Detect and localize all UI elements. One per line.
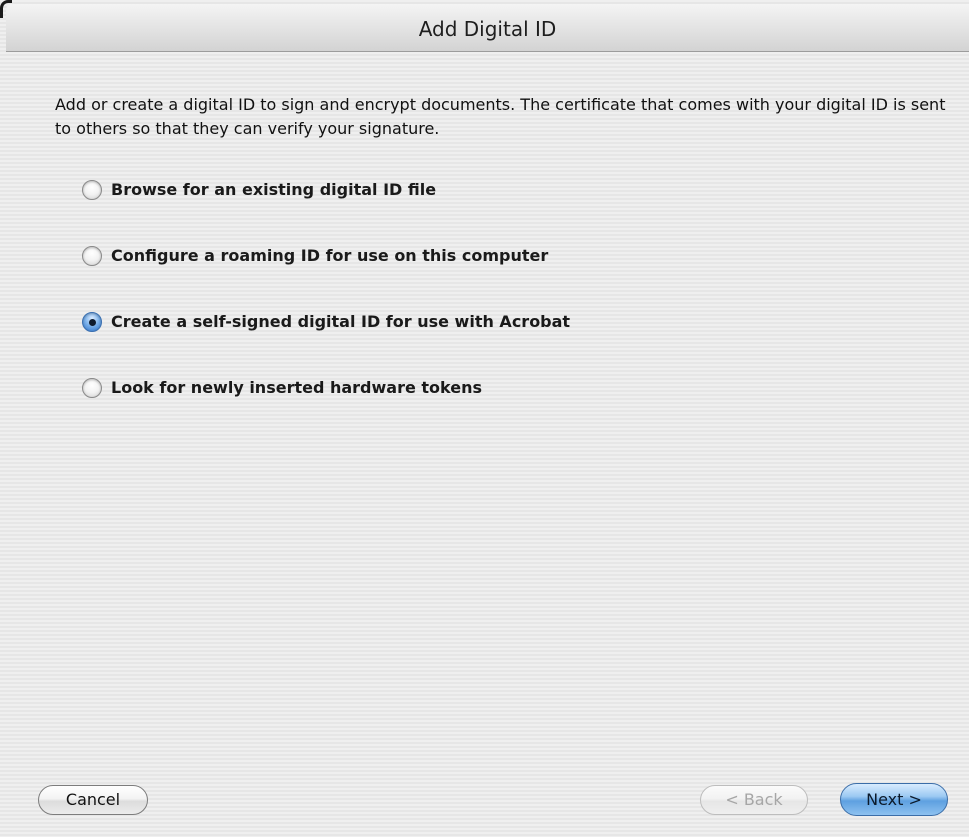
window-corner bbox=[0, 0, 12, 18]
option-hardware-tokens[interactable]: Look for newly inserted hardware tokens bbox=[82, 376, 570, 442]
option-create-self-signed[interactable]: Create a self-signed digital ID for use … bbox=[82, 310, 570, 376]
title-bar[interactable]: Add Digital ID bbox=[0, 0, 969, 52]
option-label[interactable]: Look for newly inserted hardware tokens bbox=[111, 376, 482, 400]
radio-button[interactable] bbox=[82, 378, 102, 398]
option-label[interactable]: Create a self-signed digital ID for use … bbox=[111, 310, 570, 334]
back-button[interactable]: < Back bbox=[700, 785, 808, 815]
digital-id-options: Browse for an existing digital ID file C… bbox=[82, 178, 570, 442]
option-label[interactable]: Browse for an existing digital ID file bbox=[111, 178, 436, 202]
option-configure-roaming[interactable]: Configure a roaming ID for use on this c… bbox=[82, 244, 570, 310]
radio-button[interactable] bbox=[82, 180, 102, 200]
radio-button[interactable] bbox=[82, 246, 102, 266]
cancel-button[interactable]: Cancel bbox=[38, 785, 148, 815]
add-digital-id-window: Add Digital ID Add or create a digital I… bbox=[0, 0, 969, 837]
option-browse-existing[interactable]: Browse for an existing digital ID file bbox=[82, 178, 570, 244]
window-title: Add Digital ID bbox=[418, 17, 557, 41]
dialog-description: Add or create a digital ID to sign and e… bbox=[55, 95, 946, 138]
option-label[interactable]: Configure a roaming ID for use on this c… bbox=[111, 244, 548, 268]
radio-button[interactable] bbox=[82, 312, 102, 332]
next-button[interactable]: Next > bbox=[840, 783, 948, 816]
